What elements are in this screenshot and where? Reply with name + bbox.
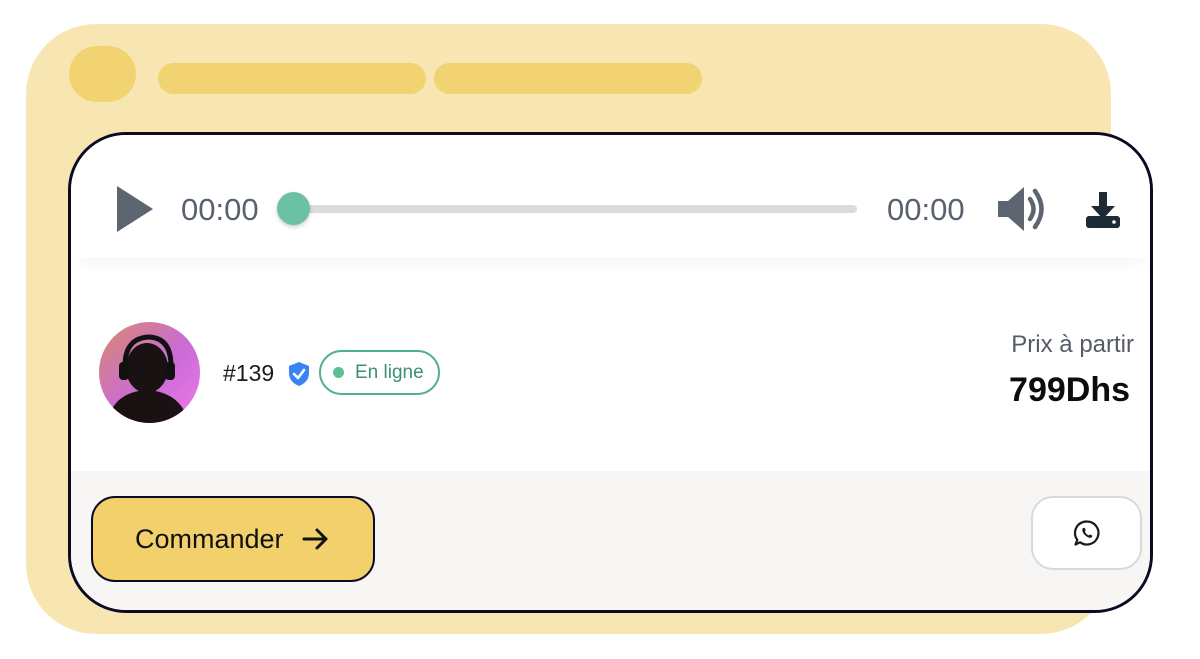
price-value: 799Dhs bbox=[1009, 371, 1130, 409]
volume-icon[interactable] bbox=[996, 183, 1048, 235]
vendor-card: 00:00 00:00 #139 En ligne Prix à partir … bbox=[68, 132, 1153, 613]
decorative-pill bbox=[434, 63, 702, 94]
download-icon[interactable] bbox=[1083, 190, 1123, 230]
decorative-pill bbox=[158, 63, 426, 94]
avatar bbox=[99, 322, 200, 423]
arrow-right-icon bbox=[302, 528, 328, 550]
current-time: 00:00 bbox=[181, 192, 259, 227]
progress-thumb[interactable] bbox=[277, 192, 310, 225]
duration: 00:00 bbox=[887, 192, 965, 227]
order-button-label: Commander bbox=[135, 523, 284, 554]
progress-track[interactable] bbox=[291, 205, 857, 213]
price-label: Prix à partir bbox=[1011, 331, 1134, 358]
vendor-id: #139 bbox=[223, 360, 275, 386]
status-dot bbox=[333, 367, 344, 378]
order-button[interactable]: Commander bbox=[91, 496, 375, 582]
whatsapp-button[interactable] bbox=[1031, 496, 1142, 570]
decorative-dot bbox=[69, 46, 136, 102]
status-badge: En ligne bbox=[319, 350, 440, 395]
audio-player: 00:00 00:00 bbox=[71, 135, 1150, 258]
verified-shield-icon bbox=[289, 362, 309, 386]
play-icon[interactable] bbox=[115, 184, 155, 234]
whatsapp-icon bbox=[1073, 520, 1100, 546]
status-label: En ligne bbox=[355, 361, 424, 383]
